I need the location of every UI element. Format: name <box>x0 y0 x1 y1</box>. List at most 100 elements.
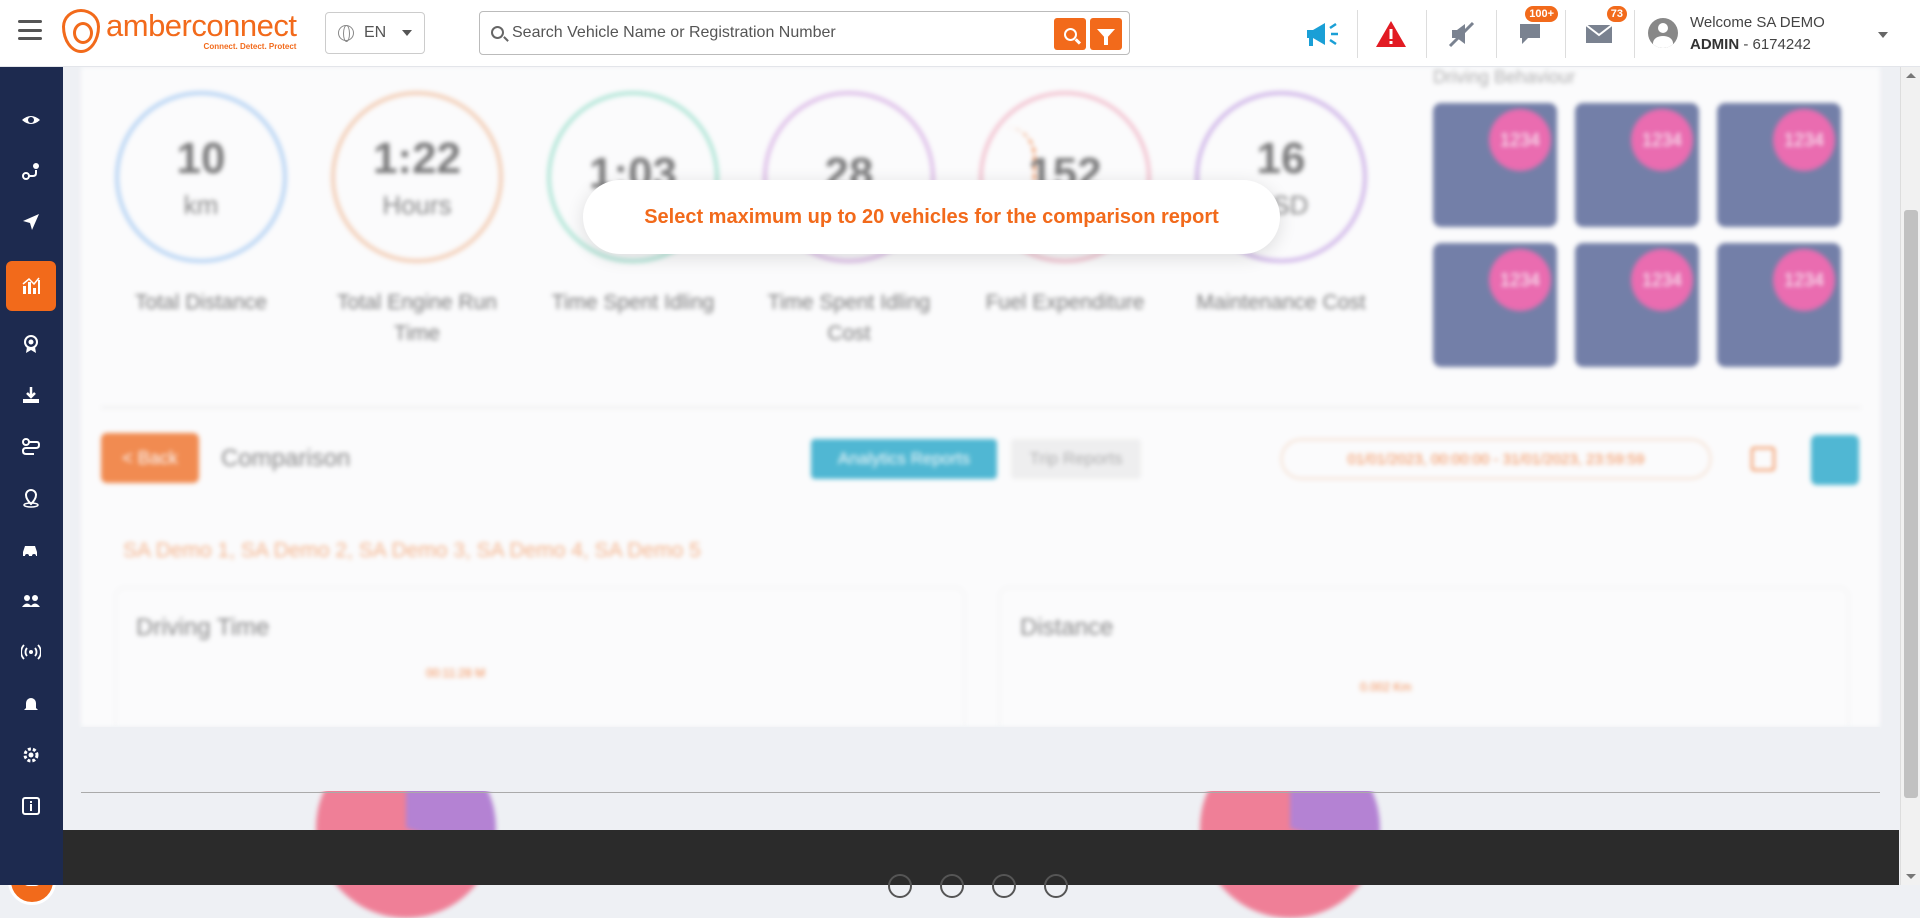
sidebar-item-alerts[interactable] <box>6 679 56 729</box>
behaviour-count: 1234 <box>1773 249 1835 311</box>
download-button[interactable] <box>1811 435 1859 485</box>
user-menu[interactable]: Welcome SA DEMO ADMIN - 6174242 <box>1648 12 1908 56</box>
calendar-icon[interactable] <box>1751 447 1775 471</box>
menu-icon[interactable] <box>18 20 42 40</box>
user-info: ADMIN - 6174242 <box>1690 36 1811 53</box>
social-icon[interactable] <box>992 874 1016 898</box>
stat-unit: km <box>183 189 219 220</box>
social-icon[interactable] <box>888 874 912 898</box>
analytics-icon <box>22 277 40 294</box>
language-value: EN <box>364 24 387 41</box>
language-select[interactable]: EN <box>325 12 425 54</box>
chevron-down-icon <box>402 30 412 36</box>
chart-title: Driving Time <box>136 614 270 641</box>
stat-value: 1:22 <box>372 133 462 183</box>
vehicle-icon <box>23 546 37 558</box>
sidebar-item-info[interactable] <box>6 781 56 831</box>
search-button[interactable] <box>1054 18 1086 50</box>
stat-label: Total Distance <box>135 291 267 314</box>
megaphone-icon <box>1307 22 1338 46</box>
search-icon <box>1063 27 1077 41</box>
search-input[interactable] <box>510 18 1010 48</box>
sidebar-item-downloads[interactable] <box>6 370 56 420</box>
globe-icon <box>338 25 354 42</box>
mute-button[interactable] <box>1441 14 1481 54</box>
stat-label: Fuel Expenditure <box>985 291 1145 314</box>
social-icon[interactable] <box>940 874 964 898</box>
behaviour-card-seatbelt[interactable]: 1234 <box>1433 243 1557 367</box>
sidebar-item-live-view[interactable] <box>6 95 56 145</box>
divider <box>101 407 1861 408</box>
sidebar-item-locations[interactable] <box>6 473 56 523</box>
separator <box>1426 10 1427 58</box>
behaviour-card-acceleration[interactable]: 1234 <box>1717 103 1841 227</box>
sidebar-item-navigation[interactable] <box>6 197 56 247</box>
sidebar-item-routes[interactable] <box>6 146 56 196</box>
behaviour-card-cornering[interactable]: 1234 <box>1717 243 1841 367</box>
scroll-thumb[interactable] <box>1904 210 1918 798</box>
location-icon <box>23 488 39 508</box>
separator <box>1496 10 1497 58</box>
behaviour-card-speed[interactable]: 1234 <box>1433 103 1557 227</box>
logo-name: amberconnect <box>106 8 297 43</box>
sidebar-item-analytics[interactable] <box>6 261 56 311</box>
logo[interactable]: amberconnect Connect. Detect. Protect <box>62 8 297 53</box>
tab-analytics-reports[interactable]: Analytics Reports <box>811 439 997 479</box>
behaviour-count: 1234 <box>1489 109 1551 171</box>
award-icon <box>24 335 38 353</box>
back-button[interactable]: < Back <box>101 433 199 483</box>
separator <box>1634 10 1635 58</box>
mute-icon <box>1448 21 1475 48</box>
separator <box>1565 10 1566 58</box>
users-icon <box>22 595 40 607</box>
tab-trip-reports[interactable]: Trip Reports <box>1011 439 1141 479</box>
navigate-icon <box>23 214 39 230</box>
top-bar: amberconnect Connect. Detect. Protect EN <box>0 0 1920 67</box>
filter-icon <box>1097 29 1115 45</box>
eye-icon <box>22 116 40 124</box>
download-icon <box>23 387 39 403</box>
behaviour-count: 1234 <box>1773 109 1835 171</box>
scroll-down-arrow[interactable] <box>1906 874 1916 879</box>
announcement-button[interactable] <box>1302 14 1342 54</box>
social-icon[interactable] <box>1044 874 1068 898</box>
notifications-badge: 100+ <box>1525 6 1558 22</box>
chart-title: Distance <box>1020 614 1114 641</box>
stat-label: Maintenance Cost <box>1196 291 1366 314</box>
signal-icon <box>21 644 41 660</box>
scroll-up-arrow[interactable] <box>1906 73 1916 78</box>
behaviour-card-idling[interactable]: 1234 <box>1575 243 1699 367</box>
comparison-title: Comparison <box>221 445 351 472</box>
stat-value: 10 <box>176 133 226 183</box>
messages-button[interactable]: 73 <box>1579 6 1627 54</box>
behaviour-count: 1234 <box>1631 109 1693 171</box>
sidebar-item-users[interactable] <box>6 576 56 626</box>
alerts-button[interactable] <box>1371 14 1411 54</box>
sidebar-item-rewards[interactable] <box>6 319 56 369</box>
behaviour-count: 1234 <box>1631 249 1693 311</box>
logo-mark-icon <box>62 9 100 53</box>
sidebar-item-signal[interactable] <box>6 627 56 677</box>
sidebar-item-trips[interactable] <box>6 422 56 472</box>
trip-icon <box>21 438 41 455</box>
sidebar-item-vehicles[interactable] <box>6 525 56 575</box>
avatar <box>1648 18 1678 48</box>
stat-engine-run-time: 1:22 Hours <box>331 91 503 263</box>
stat-unit: Hours <box>382 189 452 220</box>
stat-label: Time Spent Idling Cost <box>767 291 931 345</box>
search-icon <box>491 26 504 39</box>
date-range-picker[interactable]: 01/01/2023, 00:00:00 - 31/01/2023, 23:59… <box>1281 439 1711 479</box>
chart-annotation: 0.002 Km <box>1360 680 1412 694</box>
driving-behaviour-title: Driving Behaviour <box>1433 67 1576 87</box>
stat-label: Time Spent Idling <box>551 291 715 314</box>
dashboard-background: 10 km Total Distance 1:22 Hours Total En… <box>81 67 1880 918</box>
behaviour-card-braking[interactable]: 1234 <box>1575 103 1699 227</box>
user-role: ADMIN <box>1690 36 1740 53</box>
footer <box>63 830 1899 898</box>
page-scrollbar[interactable] <box>1900 67 1920 885</box>
bell-icon <box>24 698 38 710</box>
sidebar-item-settings[interactable] <box>6 730 56 780</box>
notifications-button[interactable]: 100+ <box>1510 6 1558 54</box>
filter-button[interactable] <box>1090 18 1122 50</box>
welcome-text: Welcome SA DEMO <box>1690 14 1825 31</box>
